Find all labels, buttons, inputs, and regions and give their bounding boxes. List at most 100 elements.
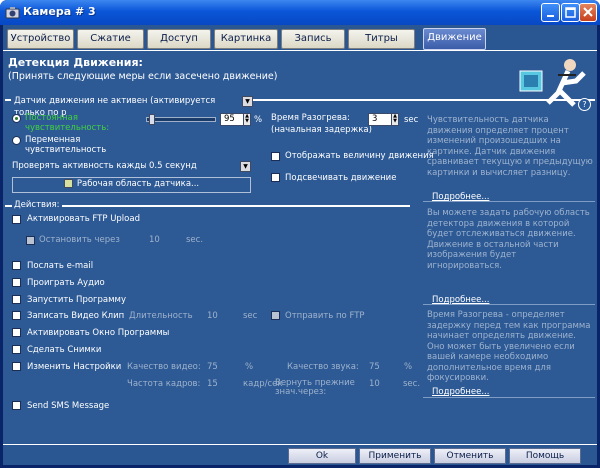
minimize-button[interactable]: [541, 3, 560, 22]
tab-device[interactable]: Устройство: [7, 29, 74, 49]
show-value-checkbox[interactable]: [271, 152, 280, 161]
chevron-down-icon[interactable]: ▼: [240, 161, 251, 172]
tab-compression[interactable]: Сжатие: [77, 29, 144, 49]
tab-motion[interactable]: Движение: [423, 28, 486, 50]
camera-icon: [5, 7, 20, 19]
restore-value[interactable]: 10: [369, 379, 380, 389]
sound-quality-label: Качество звука:: [287, 362, 359, 372]
sensitivity-spinner[interactable]: ▲ ▼: [243, 113, 251, 126]
minimize-icon: [547, 15, 554, 17]
duration-unit: sec: [243, 311, 258, 321]
constant-sensitivity-label: Постоянная чувствительность:: [25, 113, 110, 133]
divider: [423, 201, 595, 202]
tab-picture[interactable]: Картинка: [214, 29, 278, 49]
constant-sensitivity-radio[interactable]: [12, 114, 21, 123]
check-interval-select[interactable]: 0.5 секунд: [146, 160, 251, 173]
divider: [423, 397, 595, 398]
sms-label: Send SMS Message: [27, 401, 110, 411]
work-area-button-label: Рабочая область датчика...: [76, 179, 200, 189]
percent-label: %: [254, 115, 263, 125]
check-interval-label: Проверять активность каждые:: [12, 161, 156, 171]
audio-checkbox[interactable]: [12, 278, 21, 287]
work-area-button[interactable]: Рабочая область датчика...: [12, 177, 251, 193]
email-checkbox[interactable]: [12, 261, 21, 270]
ok-button[interactable]: Ok: [288, 448, 356, 464]
variable-sensitivity-radio[interactable]: [12, 136, 21, 145]
video-quality-unit: %: [245, 362, 254, 372]
sensitivity-slider[interactable]: [146, 117, 216, 122]
ftp-label: Активировать FTP Upload: [27, 214, 140, 224]
warmup-sublabel: (начальная задержка): [271, 125, 372, 135]
restore-unit: sec.: [403, 379, 421, 389]
frame-rate-label: Частота кадров:: [127, 379, 201, 389]
tab-access[interactable]: Доступ: [147, 29, 211, 49]
video-quality-label: Качество видео:: [127, 362, 201, 372]
send-ftp-label: Отправить по FTP: [285, 311, 365, 321]
button-bar: Ok Применить Отменить Помощь: [3, 444, 597, 465]
sound-quality-unit: %: [404, 362, 413, 372]
slider-handle[interactable]: [149, 114, 155, 125]
divider: [5, 205, 410, 207]
actions-section-label: Действия:: [12, 200, 62, 210]
stop-after-unit: sec.: [186, 235, 204, 245]
frame-rate-value[interactable]: 15: [207, 379, 218, 389]
maximize-button[interactable]: [561, 3, 580, 22]
help-icon[interactable]: ?: [578, 98, 591, 111]
sensor-mode-select[interactable]: Датчик движения не активен (активируется…: [11, 95, 245, 118]
page-title: Детекция Движения:: [8, 56, 143, 69]
chevron-down-icon[interactable]: ▼: [242, 96, 253, 107]
change-settings-checkbox[interactable]: [12, 362, 21, 371]
highlight-label: Подсвечивать движение: [285, 173, 397, 183]
duration-value[interactable]: 10: [207, 311, 218, 321]
duration-label: Длительность: [129, 311, 193, 321]
apply-button[interactable]: Применить: [359, 448, 431, 464]
title-bar[interactable]: Камера # 3: [0, 0, 600, 25]
tab-recording[interactable]: Запись: [281, 29, 345, 49]
activate-window-checkbox[interactable]: [12, 328, 21, 337]
tab-bar: Устройство Сжатие Доступ Картинка Запись…: [3, 25, 597, 51]
show-value-label: Отображать величину движения: [285, 151, 434, 161]
stop-after-checkbox[interactable]: [26, 236, 35, 245]
page-subtitle: (Принять следующие меры если засечено дв…: [8, 71, 278, 82]
close-button[interactable]: [579, 3, 597, 22]
warmup-label: Время Разогрева:: [271, 113, 350, 123]
activate-window-label: Активировать Окно Программы: [27, 328, 170, 338]
dialog-client: Устройство Сжатие Доступ Картинка Запись…: [3, 25, 597, 465]
snapshots-checkbox[interactable]: [12, 345, 21, 354]
window-title: Камера # 3: [23, 5, 96, 18]
restore-label: Вернуть прежние знач.через:: [275, 378, 355, 397]
cancel-button[interactable]: Отменить: [434, 448, 506, 464]
stop-after-label: Остановить через: [39, 235, 120, 245]
record-clip-checkbox[interactable]: [12, 311, 21, 320]
video-quality-value[interactable]: 75: [207, 362, 218, 372]
ftp-checkbox[interactable]: [12, 215, 21, 224]
area-icon: [63, 179, 73, 188]
more-link-3[interactable]: Подробнее...: [432, 387, 489, 397]
highlight-checkbox[interactable]: [271, 173, 280, 182]
send-ftp-checkbox[interactable]: [271, 311, 280, 320]
warmup-input[interactable]: 3: [368, 113, 392, 126]
run-program-checkbox[interactable]: [12, 295, 21, 304]
warmup-spinner[interactable]: ▲ ▼: [391, 113, 399, 126]
email-label: Послать e-mail: [27, 261, 94, 271]
record-clip-label: Записать Видео Клип: [27, 311, 125, 321]
help-button[interactable]: Помощь: [509, 448, 581, 464]
run-program-label: Запустить Программу: [27, 295, 126, 305]
help-text-warmup: Время Разогрева - определяет задержку пе…: [427, 310, 591, 383]
tab-titles[interactable]: Титры: [348, 29, 415, 49]
warmup-sec-label: sec: [404, 115, 419, 125]
audio-label: Проиграть Аудио: [27, 278, 105, 288]
app-window: Камера # 3 Устройство Сжатие Доступ Карт…: [0, 0, 600, 468]
help-text-sensitivity: Чувствительность датчика движения опреде…: [427, 115, 593, 178]
sound-quality-value[interactable]: 75: [369, 362, 380, 372]
variable-sensitivity-label: Переменная чувствительность: [25, 135, 107, 155]
sensitivity-input[interactable]: 95: [220, 113, 244, 126]
close-icon: [583, 7, 593, 17]
change-settings-label: Изменить Настройки: [27, 362, 122, 372]
snapshots-label: Сделать Снимки: [27, 345, 102, 355]
help-text-work-area: Вы можете задать рабочую область детекто…: [427, 208, 590, 271]
maximize-icon: [565, 7, 576, 18]
sms-checkbox[interactable]: [12, 401, 21, 410]
stop-after-value[interactable]: 10: [149, 235, 160, 245]
divider: [423, 304, 595, 305]
